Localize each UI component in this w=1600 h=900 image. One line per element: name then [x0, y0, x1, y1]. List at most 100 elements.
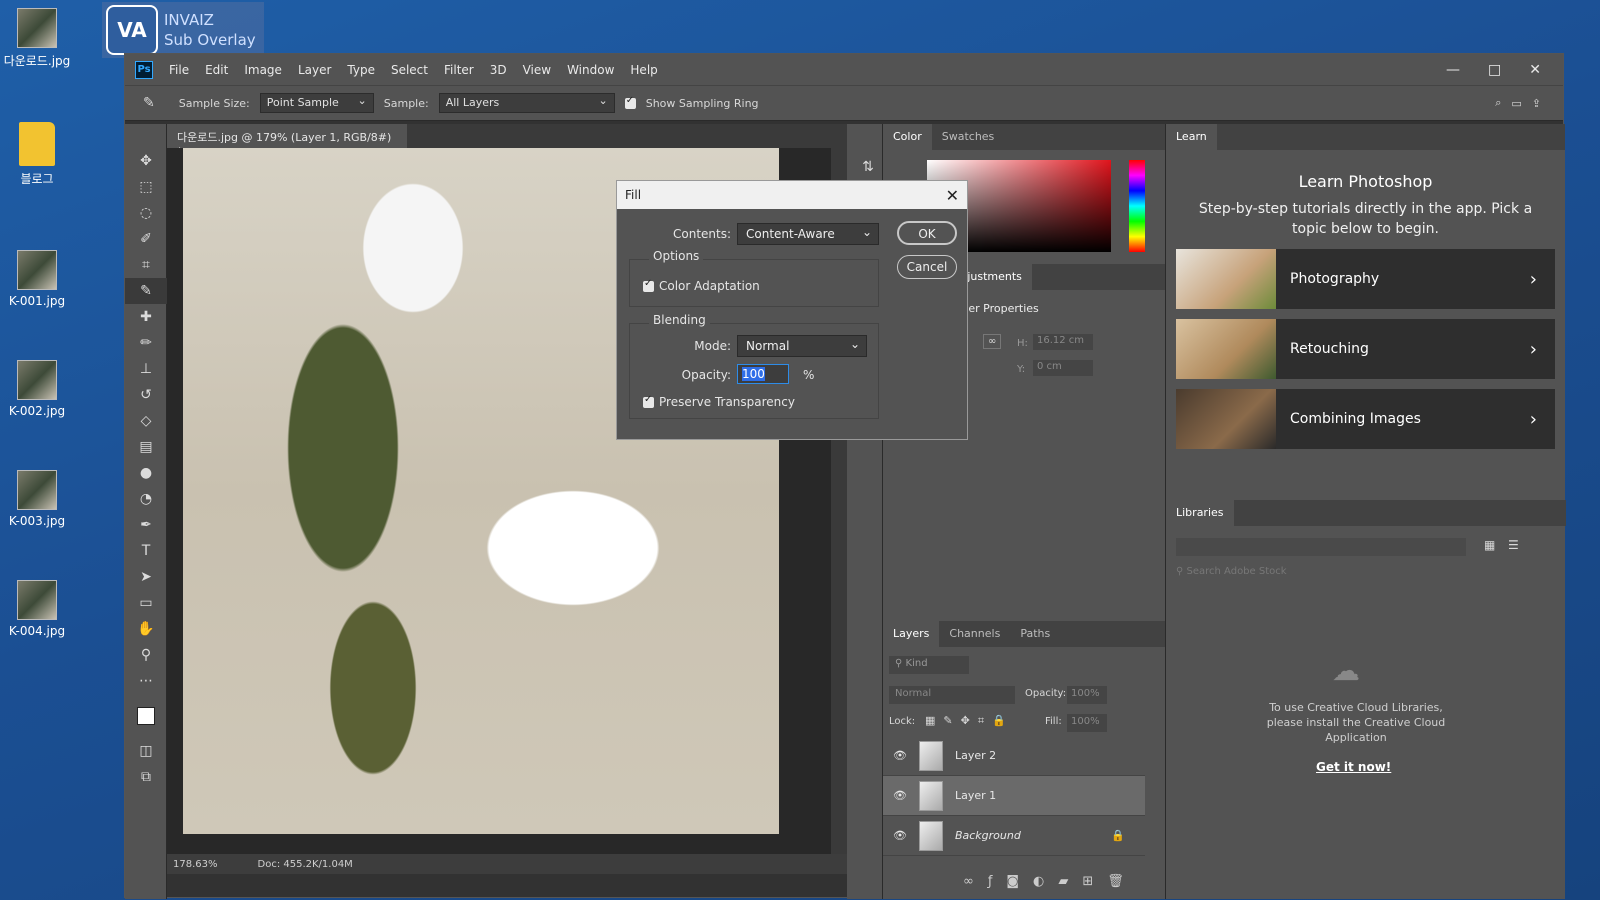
desktop-icon-download[interactable]: 다운로드.jpg: [0, 8, 74, 69]
contents-dropdown[interactable]: Content-Aware: [737, 223, 879, 245]
learn-title: Learn Photoshop: [1298, 172, 1433, 191]
stock-search-input[interactable]: ⚲ Search Adobe Stock: [1176, 566, 1526, 584]
tab-libraries[interactable]: Libraries: [1166, 500, 1234, 526]
hue-slider[interactable]: [1129, 160, 1145, 252]
preserve-transparency-checkbox[interactable]: [643, 394, 654, 408]
menu-type[interactable]: Type: [347, 63, 375, 77]
trash-icon[interactable]: 🗑: [1107, 874, 1138, 889]
get-it-now-link[interactable]: Get it now!: [1316, 760, 1391, 774]
desktop-icon-blog-folder[interactable]: 블로그: [0, 122, 74, 187]
cancel-button[interactable]: Cancel: [897, 255, 957, 279]
eraser-tool-icon[interactable]: ◇: [125, 408, 167, 434]
learn-card-retouching[interactable]: Retouching ›: [1176, 319, 1555, 379]
close-icon[interactable]: ✕: [946, 186, 959, 205]
layer-filter[interactable]: ⚲ Kind: [889, 656, 969, 674]
fx-icon[interactable]: ƒ: [988, 874, 1007, 889]
mode-dropdown[interactable]: Normal: [737, 335, 867, 357]
screen-mode-icon[interactable]: ⧉: [125, 764, 167, 790]
hand-tool-icon[interactable]: ✋: [125, 616, 167, 642]
crop-tool-icon[interactable]: ⌗: [125, 252, 167, 278]
show-sampling-ring-checkbox[interactable]: [624, 95, 636, 109]
menu-file[interactable]: File: [169, 63, 189, 77]
eyedropper-tool-icon[interactable]: ✎: [125, 278, 167, 304]
eyedropper-icon[interactable]: ✎: [143, 95, 155, 111]
zoom-tool-icon[interactable]: ⚲: [125, 642, 167, 668]
stamp-tool-icon[interactable]: ⊥: [125, 356, 167, 382]
maximize-button[interactable]: □: [1488, 62, 1501, 78]
opacity-input[interactable]: 100: [737, 364, 789, 384]
menu-filter[interactable]: Filter: [444, 63, 474, 77]
pen-tool-icon[interactable]: ✒: [125, 512, 167, 538]
menu-view[interactable]: View: [523, 63, 551, 77]
tab-layers[interactable]: Layers: [883, 621, 940, 647]
lasso-tool-icon[interactable]: ◌: [125, 200, 167, 226]
sample-dropdown[interactable]: All Layers: [438, 93, 615, 113]
layer-opacity-field[interactable]: 100%: [1067, 686, 1107, 704]
new-layer-icon[interactable]: ⊞: [1082, 874, 1107, 889]
quick-mask-icon[interactable]: ◫: [125, 738, 167, 764]
library-dropdown[interactable]: [1176, 538, 1466, 556]
libraries-message: To use Creative Cloud Libraries, please …: [1266, 701, 1446, 744]
color-swatches-icon[interactable]: [125, 694, 167, 738]
grid-view-icon[interactable]: ▦: [1484, 538, 1495, 552]
history-brush-tool-icon[interactable]: ↺: [125, 382, 167, 408]
search-icon[interactable]: ⌕: [1495, 96, 1501, 110]
marquee-tool-icon[interactable]: ⬚: [125, 174, 167, 200]
move-tool-icon[interactable]: ✥: [125, 148, 167, 174]
link-layers-icon[interactable]: ∞: [963, 874, 988, 889]
menu-3d[interactable]: 3D: [490, 63, 507, 77]
minimize-button[interactable]: —: [1446, 62, 1460, 78]
gradient-tool-icon[interactable]: ▤: [125, 434, 167, 460]
tab-paths[interactable]: Paths: [1010, 621, 1060, 647]
mask-icon[interactable]: ◙: [1006, 874, 1033, 889]
desktop-icon-k002[interactable]: K-002.jpg: [0, 360, 74, 418]
y-field[interactable]: 0 cm: [1033, 360, 1093, 376]
link-dimensions-icon[interactable]: ∞: [983, 334, 1002, 349]
blur-tool-icon[interactable]: ●: [125, 460, 167, 486]
tab-channels[interactable]: Channels: [939, 621, 1010, 647]
desktop-icon-k001[interactable]: K-001.jpg: [0, 250, 74, 308]
desktop-icon-k004[interactable]: K-004.jpg: [0, 580, 74, 638]
color-adaptation-checkbox[interactable]: [643, 278, 654, 292]
layer-row-background[interactable]: 👁 Background 🔒: [883, 816, 1145, 856]
tab-swatches[interactable]: Swatches: [932, 124, 1005, 150]
menu-window[interactable]: Window: [567, 63, 614, 77]
quick-select-tool-icon[interactable]: ✐: [125, 226, 167, 252]
fill-field[interactable]: 100%: [1067, 714, 1107, 732]
blend-mode-dropdown[interactable]: Normal: [889, 686, 1015, 704]
tab-color[interactable]: Color: [883, 124, 932, 150]
height-field[interactable]: 16.12 cm: [1033, 334, 1093, 350]
visibility-eye-icon[interactable]: 👁: [893, 789, 907, 802]
learn-card-photography[interactable]: Photography ›: [1176, 249, 1555, 309]
workspace-icon[interactable]: ▭: [1511, 97, 1521, 110]
type-tool-icon[interactable]: T: [125, 538, 167, 564]
visibility-eye-icon[interactable]: 👁: [893, 749, 907, 762]
dodge-tool-icon[interactable]: ◔: [125, 486, 167, 512]
group-folder-icon[interactable]: ▰: [1058, 874, 1082, 889]
tab-learn[interactable]: Learn: [1166, 124, 1217, 150]
ok-button[interactable]: OK: [897, 221, 957, 245]
zoom-level[interactable]: 178.63%: [173, 859, 218, 870]
document-tab[interactable]: 다운로드.jpg @ 179% (Layer 1, RGB/8#) * ×: [167, 124, 407, 158]
more-tools-icon[interactable]: ⋯: [125, 668, 167, 694]
share-icon[interactable]: ⇪: [1532, 97, 1541, 110]
menu-edit[interactable]: Edit: [205, 63, 228, 77]
sample-size-dropdown[interactable]: Point Sample: [259, 93, 374, 113]
path-select-tool-icon[interactable]: ➤: [125, 564, 167, 590]
learn-card-combining-images[interactable]: Combining Images ›: [1176, 389, 1555, 449]
menu-help[interactable]: Help: [630, 63, 657, 77]
menu-image[interactable]: Image: [244, 63, 282, 77]
list-view-icon[interactable]: ☰: [1508, 538, 1519, 552]
visibility-eye-icon[interactable]: 👁: [893, 829, 907, 842]
desktop-icon-k003[interactable]: K-003.jpg: [0, 470, 74, 528]
menu-layer[interactable]: Layer: [298, 63, 331, 77]
adjustment-layer-icon[interactable]: ◐: [1033, 874, 1058, 889]
close-button[interactable]: ✕: [1529, 62, 1541, 78]
lock-icons[interactable]: ▦✎✥⌗🔒: [925, 714, 1014, 728]
layer-row-layer-2[interactable]: 👁 Layer 2: [883, 736, 1145, 776]
brush-tool-icon[interactable]: ✏: [125, 330, 167, 356]
layer-row-layer-1[interactable]: 👁 Layer 1: [883, 776, 1145, 816]
healing-brush-tool-icon[interactable]: ✚: [125, 304, 167, 330]
menu-select[interactable]: Select: [391, 63, 428, 77]
rectangle-tool-icon[interactable]: ▭: [125, 590, 167, 616]
